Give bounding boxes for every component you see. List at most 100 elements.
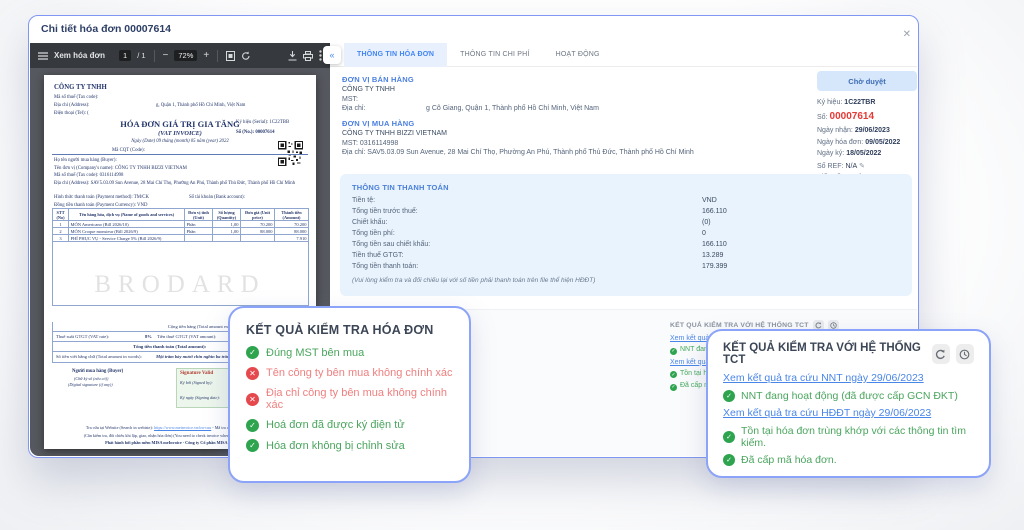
col-header: STT (No) — [53, 209, 69, 221]
modal-header: Chi tiết hóa đơn 00007614 ✕ — [29, 16, 918, 42]
table-row: 1 MÓN Americano (Bill 2026/10) Phần 1,00… — [53, 221, 309, 228]
meta-serial: Ký hiệu:1C22TBR — [817, 99, 917, 106]
buyer-sign-sub2: (Digital signature (if any)) — [68, 382, 113, 387]
payment-row: Tổng tiền sau chiết khấu:166.110 — [352, 241, 900, 252]
invoice-pay-method: Hình thức thanh toán (Payment method): T… — [54, 195, 149, 200]
meta-ref: Số REF:N/A✎ — [817, 162, 917, 170]
check-item: ✕ Địa chỉ công ty bên mua không chính xá… — [246, 387, 453, 411]
buyer-section-header: ĐƠN VỊ MUA HÀNG — [342, 119, 414, 128]
table-row: 3 PHÍ PHỤC VỤ - Service Charge 5% (Bill … — [53, 235, 309, 242]
seller-name: CÔNG TY TNHH — [342, 86, 395, 93]
invoice-subtitle: (VAT INVOICE) — [44, 130, 316, 137]
tabs-bar: « THÔNG TIN HÓA ĐƠN THÔNG TIN CHI PHÍ HO… — [330, 43, 917, 67]
check-ok-icon: ✓ — [246, 346, 259, 359]
meta-signed-date: Ngày ký:18/05/2022 — [817, 150, 917, 157]
page-background: Chi tiết hóa đơn 00007614 ✕ Xem hóa đơn … — [0, 0, 1024, 530]
payment-note: (Vui lòng kiểm tra và đối chiếu lại với … — [352, 277, 595, 284]
status-badge[interactable]: Chờ duyệt — [817, 71, 917, 91]
popup-title: KẾT QUẢ KIỂM TRA HÓA ĐƠN — [246, 323, 453, 337]
edit-ref-icon[interactable]: ✎ — [859, 163, 865, 170]
payment-row: Tổng tiền trước thuế:166.110 — [352, 208, 900, 219]
tct-header: KẾT QUẢ KIỂM TRA VỚI HỆ THỐNG TCT — [670, 322, 809, 329]
seller-addr-value: g Cô Giang, Quận 1, Thành phố Hồ Chí Min… — [426, 105, 599, 112]
watermark: BRODARD — [44, 271, 316, 299]
check-ok-icon: ✓ — [723, 431, 735, 443]
page-total: / 1 — [137, 51, 145, 60]
print-icon[interactable] — [303, 51, 313, 61]
meta-received-date: Ngày nhận:29/06/2023 — [817, 127, 917, 134]
buyer-sign-title: Người mua hàng (Buyer) — [72, 369, 123, 374]
buyer-addr: Địa chỉ: SAV5.03.09 Sun Avenue, 28 Mai C… — [342, 149, 694, 156]
invoice-tel: Điện thoại (Tel): ( — [54, 111, 89, 116]
payment-header: THÔNG TIN THANH TOÁN — [352, 183, 449, 192]
pdf-title: Xem hóa đơn — [54, 51, 105, 60]
check-item: ✓ Hoá đơn đã được ký điện tử — [246, 419, 453, 432]
popup-title: KẾT QUẢ KIỂM TRA VỚI HỆ THỐNG TCT — [723, 342, 926, 366]
invoice-currency: Đồng tiền thanh toán (Payment Currency):… — [54, 203, 147, 208]
zoom-out-button[interactable]: − — [163, 50, 169, 61]
invoice-check-popup: KẾT QUẢ KIỂM TRA HÓA ĐƠN ✓ Đúng MST bên … — [228, 306, 471, 483]
seller-addr-label: Địa chỉ: — [342, 105, 365, 112]
invoice-seller-name: CÔNG TY TNHH — [54, 84, 107, 91]
seller-section-header: ĐƠN VỊ BÁN HÀNG — [342, 75, 414, 84]
invoice-vat-rate: 8% — [145, 334, 152, 339]
payment-row: Tiền tệ:VND — [352, 197, 900, 208]
buyer-name: CÔNG TY TNHH BIZZI VIETNAM — [342, 130, 447, 137]
more-options-icon[interactable] — [319, 50, 322, 61]
history-clock-icon[interactable] — [956, 344, 974, 364]
invoice-addr-label: Địa chỉ (Address): — [54, 103, 89, 108]
tab-invoice-info[interactable]: THÔNG TIN HÓA ĐƠN — [344, 43, 447, 67]
invoice-divider — [52, 154, 308, 155]
download-icon[interactable] — [288, 51, 297, 61]
invoice-buyer-addr: Địa chỉ (Address): SAV5.03.09 Sun Avenue… — [54, 181, 306, 188]
nnt-lookup-link[interactable]: Xem kết quả tra cứu NNT ngày 29/06/2023 — [723, 372, 924, 384]
check-icon: ✓ — [670, 384, 677, 391]
check-item: ✓ NNT đang hoạt động (đã được cấp GCN ĐK… — [723, 390, 974, 402]
check-ok-icon: ✓ — [246, 419, 259, 432]
menu-icon[interactable] — [38, 52, 48, 60]
col-header: Đơn vị tính (Unit) — [185, 209, 213, 221]
check-item: ✓ Tồn tại hóa đơn trùng khớp với các thô… — [723, 425, 974, 449]
refresh-icon[interactable] — [932, 344, 950, 364]
payment-row: Tổng tiền thanh toán:179.399 — [352, 263, 900, 274]
check-ok-icon: ✓ — [723, 454, 735, 466]
buyer-mst: MST: 0316114998 — [342, 140, 398, 147]
invoice-number: Số (No.): 00007614 — [236, 130, 275, 135]
invoice-buyer-company: Tên đơn vị (Company's name): CÔNG TY TNH… — [54, 166, 187, 171]
rotate-icon[interactable] — [241, 51, 251, 61]
fit-page-icon[interactable] — [226, 51, 235, 61]
payment-info-section: THÔNG TIN THANH TOÁN Tiền tệ:VND Tổng ti… — [340, 174, 912, 296]
qr-code — [278, 141, 303, 171]
invoice-date: Ngày (Date) 09 tháng (month) 05 năm (yea… — [44, 139, 316, 144]
lookup-link[interactable]: https://www.meinvoice.vn/tra-cuu — [154, 425, 211, 430]
meta-number: Số:00007614 — [817, 111, 917, 123]
invoice-meta: Ký hiệu:1C22TBR Số:00007614 Ngày nhận:29… — [817, 99, 917, 186]
invoice-tax-label: Mã số thuế (Tax code): — [54, 95, 98, 100]
modal-title: Chi tiết hóa đơn 00007614 — [41, 23, 171, 35]
collapse-panel-button[interactable]: « — [323, 46, 341, 64]
invoice-buyer-tax: Mã số thuế (Tax code): 0316114998 — [54, 173, 123, 178]
close-icon[interactable]: ✕ — [903, 29, 911, 40]
tab-activity[interactable]: HOẠT ĐỘNG — [543, 43, 613, 67]
invoice-addr-value: g, Quận 1, Thành phố Hồ Chí Minh, Việt N… — [156, 103, 245, 108]
col-header: Số lượng (Quantity) — [213, 209, 241, 221]
check-icon: ✓ — [670, 348, 677, 355]
col-header: Tên hàng hóa, dịch vụ (Name of goods and… — [69, 209, 185, 221]
tab-cost-info[interactable]: THÔNG TIN CHI PHÍ — [447, 43, 542, 67]
toolbar-divider — [217, 50, 218, 62]
seller-mst-label: MST: — [342, 96, 358, 103]
check-ok-icon: ✓ — [246, 439, 259, 452]
hddt-lookup-link[interactable]: Xem kết quả tra cứu HĐĐT ngày 29/06/2023 — [723, 407, 931, 419]
table-row: 2 MÓN Croque monsieur (Bill 2026/9) Phần… — [53, 228, 309, 235]
check-item: ✓ Đã cấp mã hóa đơn. — [723, 454, 974, 466]
tct-check-popup: KẾT QUẢ KIỂM TRA VỚI HỆ THỐNG TCT Xem kế… — [706, 329, 991, 478]
pdf-toolbar: Xem hóa đơn 1 / 1 − 72% + — [30, 43, 330, 68]
col-header: Thành tiền (Amount) — [275, 209, 309, 221]
check-icon: ✓ — [670, 371, 677, 378]
zoom-in-button[interactable]: + — [203, 50, 209, 61]
page-number-input[interactable]: 1 — [119, 50, 131, 61]
check-error-icon: ✕ — [246, 393, 259, 406]
zoom-level[interactable]: 72% — [174, 50, 197, 61]
check-ok-icon: ✓ — [723, 390, 735, 402]
payment-row: Tổng tiền phí:0 — [352, 230, 900, 241]
